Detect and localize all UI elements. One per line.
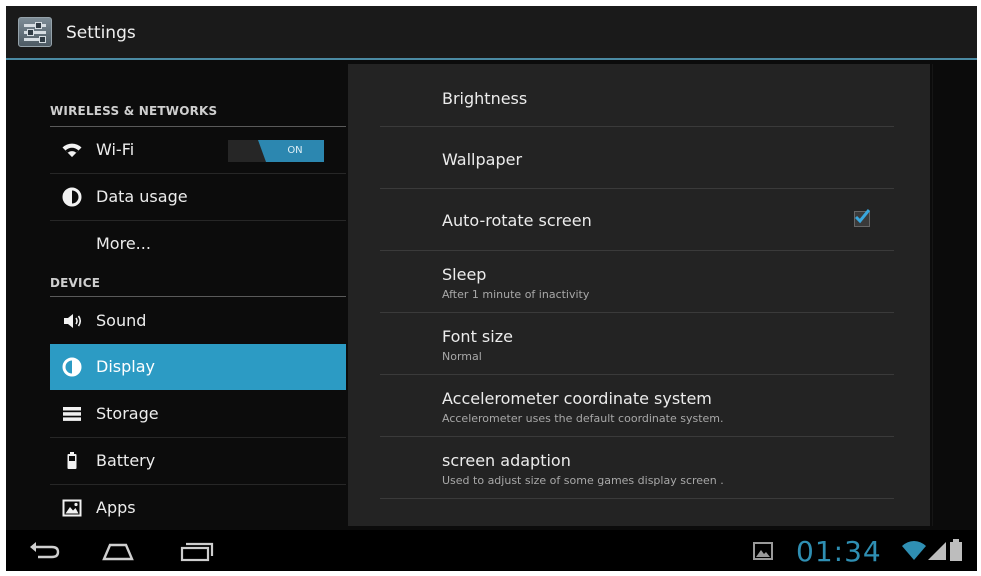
setting-summary: After 1 minute of inactivity xyxy=(442,288,590,301)
setting-accelerometer[interactable]: Accelerometer coordinate system Accelero… xyxy=(380,374,894,437)
sidebar-item-label: Sound xyxy=(96,311,147,330)
battery-icon xyxy=(60,449,84,473)
setting-title: screen adaption xyxy=(442,451,571,470)
sidebar-item-label: Display xyxy=(96,357,155,376)
storage-icon xyxy=(60,402,84,426)
setting-title: Auto-rotate screen xyxy=(442,211,592,230)
sidebar-item-label: Apps xyxy=(96,498,136,517)
section-header-wireless: WIRELESS & NETWORKS xyxy=(50,104,218,118)
setting-title: Brightness xyxy=(442,89,528,108)
sidebar-item-display[interactable]: Display xyxy=(50,344,346,390)
setting-font-size[interactable]: Font size Normal xyxy=(380,312,894,375)
apps-icon xyxy=(60,496,84,520)
sidebar-item-battery[interactable]: Battery xyxy=(50,438,346,484)
screenshot-notification-icon[interactable] xyxy=(752,541,774,565)
sidebar-item-label: Wi-Fi xyxy=(96,140,135,159)
sidebar-item-wifi[interactable]: Wi-Fi ON xyxy=(50,127,346,173)
recent-apps-icon[interactable] xyxy=(178,539,214,563)
sidebar-item-sound[interactable]: Sound xyxy=(50,298,346,344)
setting-summary: Used to adjust size of some games displa… xyxy=(442,474,724,487)
sidebar-item-label: More... xyxy=(96,234,151,253)
sidebar-item-more[interactable]: More... xyxy=(50,221,346,267)
data-usage-icon xyxy=(60,185,84,209)
setting-screen-adaption[interactable]: screen adaption Used to adjust size of s… xyxy=(380,436,894,499)
battery-status-icon xyxy=(948,538,964,562)
section-header-device: DEVICE xyxy=(50,276,101,290)
wifi-icon xyxy=(60,138,84,162)
setting-title: Accelerometer coordinate system xyxy=(442,389,712,408)
sidebar-item-data-usage[interactable]: Data usage xyxy=(50,174,346,220)
home-icon[interactable] xyxy=(100,539,136,563)
setting-summary: Accelerometer uses the default coordinat… xyxy=(442,412,724,425)
back-icon[interactable] xyxy=(26,539,62,563)
status-clock: 01:34 xyxy=(796,535,882,568)
wifi-signal-icon xyxy=(900,538,928,562)
action-bar: Settings xyxy=(6,6,977,60)
sidebar-item-label: Data usage xyxy=(96,187,188,206)
setting-sleep[interactable]: Sleep After 1 minute of inactivity xyxy=(380,250,894,313)
display-icon xyxy=(60,355,84,379)
setting-title: Sleep xyxy=(442,265,487,284)
cell-signal-icon xyxy=(926,538,948,562)
setting-brightness[interactable]: Brightness xyxy=(380,64,894,127)
settings-category-list: WIRELESS & NETWORKS Wi-Fi ON Data usage … xyxy=(6,60,350,530)
wifi-toggle-on-label: ON xyxy=(258,140,324,162)
navigation-bar: 01:34 xyxy=(6,530,977,571)
wifi-toggle[interactable]: ON xyxy=(228,140,324,162)
setting-summary: Normal xyxy=(442,350,482,363)
settings-screen: Settings WIRELESS & NETWORKS Wi-Fi ON Da… xyxy=(6,6,977,571)
setting-auto-rotate[interactable]: Auto-rotate screen xyxy=(380,188,894,251)
app-title: Settings xyxy=(66,23,136,43)
sidebar-item-label: Battery xyxy=(96,451,156,470)
display-settings-panel: Brightness Wallpaper Auto-rotate screen … xyxy=(348,64,930,526)
settings-app-icon[interactable] xyxy=(18,17,52,47)
sidebar-item-label: Storage xyxy=(96,404,159,423)
speaker-icon xyxy=(60,309,84,333)
auto-rotate-checkbox[interactable] xyxy=(854,209,870,227)
sidebar-item-apps[interactable]: Apps xyxy=(50,485,346,531)
setting-title: Font size xyxy=(442,327,513,346)
sidebar-item-storage[interactable]: Storage xyxy=(50,391,346,437)
setting-wallpaper[interactable]: Wallpaper xyxy=(380,126,894,189)
setting-title: Wallpaper xyxy=(442,150,523,169)
